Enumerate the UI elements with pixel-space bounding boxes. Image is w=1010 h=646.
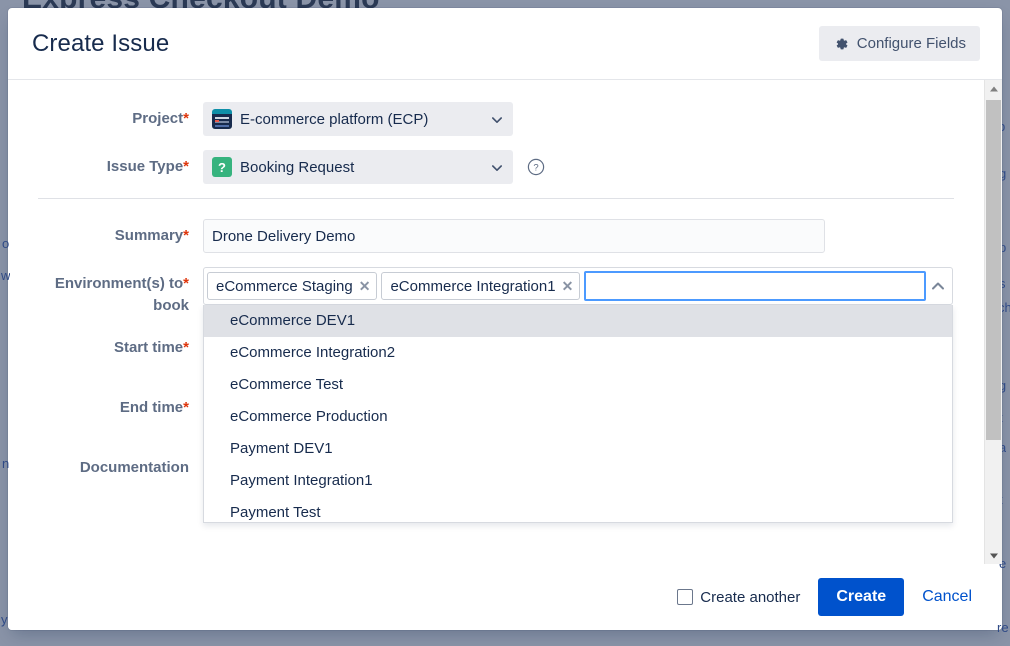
environments-options-menu[interactable]: eCommerce DEV1 eCommerce Integration2 eC… <box>203 305 953 523</box>
environments-label: Environment(s) to* book <box>8 267 203 317</box>
chevron-up-icon[interactable] <box>930 278 946 294</box>
scroll-up-arrow-icon[interactable] <box>985 80 1002 97</box>
start-time-label-text: Start time <box>114 339 183 356</box>
option-item[interactable]: Payment Integration1 <box>204 465 952 497</box>
svg-text:?: ? <box>533 163 538 174</box>
option-item[interactable]: eCommerce Production <box>204 401 952 433</box>
create-issue-dialog: Create Issue Configure Fields Project* <box>8 8 1002 630</box>
environments-control: eCommerce Staging ✕ eCommerce Integratio… <box>203 267 984 305</box>
chip-remove-icon[interactable]: ✕ <box>359 279 371 293</box>
end-time-label: End time* <box>8 391 203 425</box>
gear-icon <box>833 36 849 52</box>
field-environments: Environment(s) to* book eCommerce Stagin… <box>8 267 984 317</box>
summary-label-text: Summary <box>115 227 183 244</box>
environments-search-input[interactable] <box>584 271 926 301</box>
summary-control <box>203 219 984 253</box>
issue-form: Project* E-commerce platform (ECP) <box>8 80 984 564</box>
chip-remove-icon[interactable]: ✕ <box>562 279 574 293</box>
field-summary: Summary* <box>8 219 984 253</box>
form-divider <box>38 198 954 199</box>
project-control: E-commerce platform (ECP) <box>203 102 984 136</box>
cancel-button[interactable]: Cancel <box>918 580 976 614</box>
required-asterisk: * <box>183 275 189 292</box>
page-title: Create Issue <box>32 30 169 58</box>
documentation-label: Documentation <box>8 451 203 485</box>
chip-label: eCommerce Integration1 <box>390 278 555 295</box>
summary-input[interactable] <box>203 219 825 253</box>
field-issue-type: Issue Type* ? Booking Request <box>8 150 984 184</box>
project-label-text: Project <box>132 110 183 127</box>
background-text-fragment: re <box>997 620 1009 635</box>
project-selected-value: E-commerce platform (ECP) <box>240 111 428 128</box>
option-item[interactable]: Payment DEV1 <box>204 433 952 465</box>
required-asterisk: * <box>183 158 189 175</box>
chevron-down-icon <box>491 113 503 125</box>
environments-label-line2: book <box>153 297 189 314</box>
chip-label: eCommerce Staging <box>216 278 353 295</box>
issue-type-label-text: Issue Type <box>107 158 183 175</box>
background-text-fragment: y <box>1 612 8 627</box>
background-text-fragment: n <box>2 456 9 471</box>
form-scrollbar[interactable] <box>984 80 1002 564</box>
create-another-label: Create another <box>700 589 800 606</box>
dialog-footer: Create another Create Cancel <box>8 564 1002 630</box>
issue-type-label: Issue Type* <box>8 150 203 184</box>
environments-multiselect: eCommerce Staging ✕ eCommerce Integratio… <box>203 267 953 305</box>
required-asterisk: * <box>183 227 189 244</box>
option-item[interactable]: eCommerce Test <box>204 369 952 401</box>
issue-type-select[interactable]: ? Booking Request <box>203 150 513 184</box>
start-time-label: Start time* <box>8 331 203 365</box>
question-mark-issue-type-icon: ? <box>212 157 232 177</box>
issue-type-selected-value: Booking Request <box>240 159 354 176</box>
required-asterisk: * <box>183 339 189 356</box>
summary-label: Summary* <box>8 219 203 253</box>
chip-environment[interactable]: eCommerce Staging ✕ <box>207 272 377 300</box>
backdrop-left <box>0 0 8 646</box>
required-asterisk: * <box>183 399 189 416</box>
environments-control-box[interactable]: eCommerce Staging ✕ eCommerce Integratio… <box>203 267 953 305</box>
scroll-thumb[interactable] <box>986 100 1001 440</box>
option-item[interactable]: Payment Test <box>204 497 952 523</box>
chevron-down-icon <box>491 161 503 173</box>
dialog-header: Create Issue Configure Fields <box>8 8 1002 80</box>
checkbox-box-icon[interactable] <box>677 589 693 605</box>
help-circle-icon[interactable]: ? <box>527 158 545 176</box>
create-another-checkbox[interactable]: Create another <box>677 589 800 606</box>
end-time-label-text: End time <box>120 399 183 416</box>
create-button[interactable]: Create <box>818 578 904 616</box>
issue-type-control: ? Booking Request ? <box>203 150 984 184</box>
project-label: Project* <box>8 102 203 136</box>
option-item[interactable]: eCommerce Integration2 <box>204 337 952 369</box>
screen: Express Checkout Demo Create Issue Confi… <box>0 0 1010 646</box>
option-item[interactable]: eCommerce DEV1 <box>204 305 952 337</box>
configure-fields-label: Configure Fields <box>857 35 966 52</box>
required-asterisk: * <box>183 110 189 127</box>
chip-environment[interactable]: eCommerce Integration1 ✕ <box>381 272 580 300</box>
background-text-fragment: o <box>2 236 9 251</box>
background-text-fragment: w <box>1 268 10 283</box>
dialog-body: Project* E-commerce platform (ECP) <box>8 80 1002 564</box>
field-project: Project* E-commerce platform (ECP) <box>8 102 984 136</box>
project-select[interactable]: E-commerce platform (ECP) <box>203 102 513 136</box>
configure-fields-button[interactable]: Configure Fields <box>819 26 980 61</box>
environments-label-line1: Environment(s) to <box>55 275 183 292</box>
scroll-down-arrow-icon[interactable] <box>985 547 1002 564</box>
project-avatar-icon <box>212 109 232 129</box>
